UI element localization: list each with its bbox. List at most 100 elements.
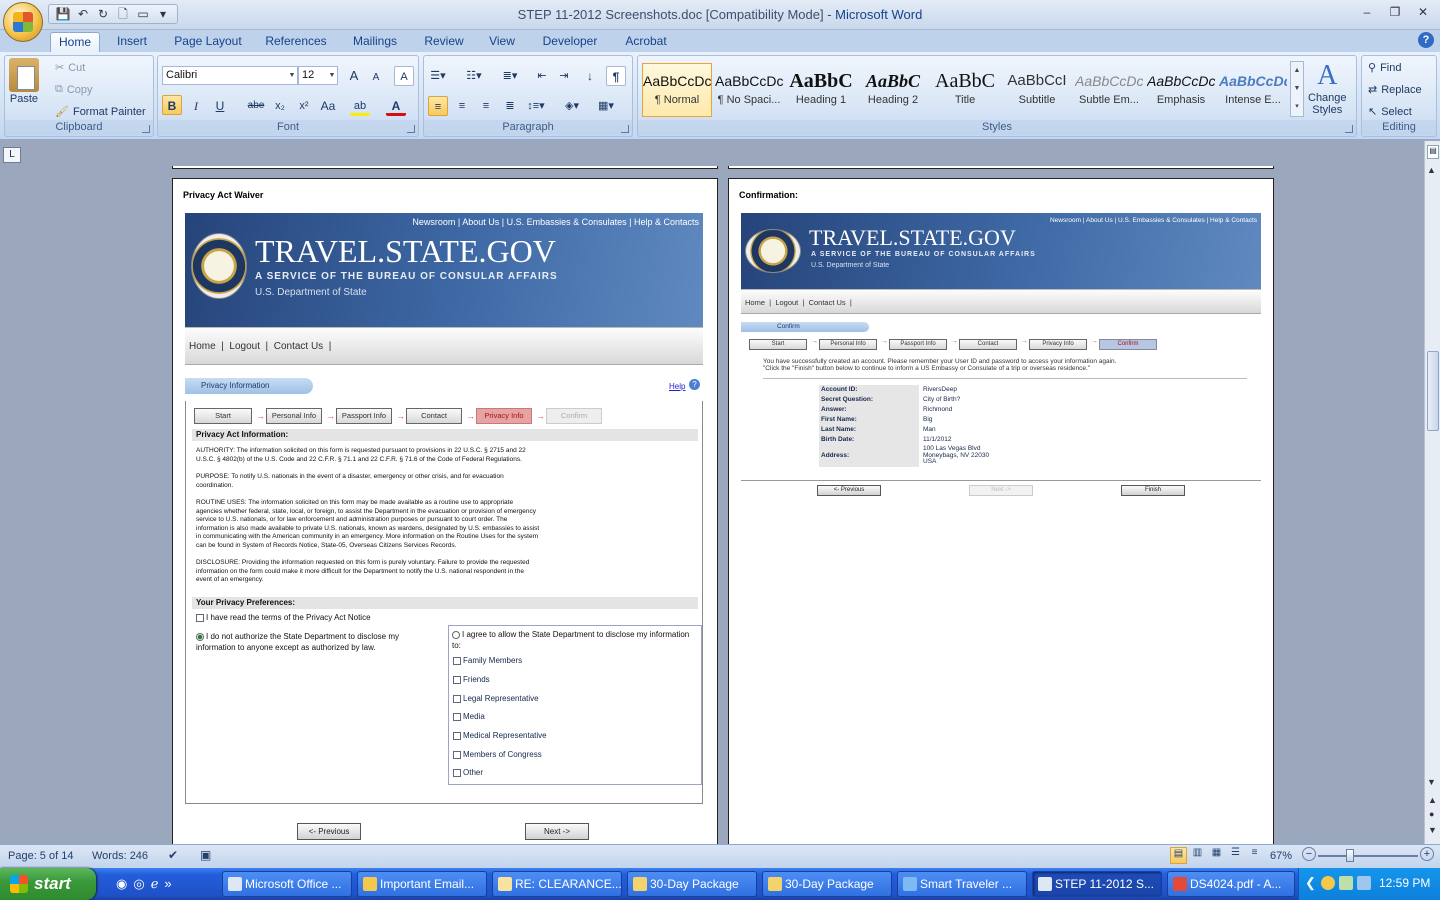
bold-button[interactable]: B [162, 95, 182, 115]
taskbar-item[interactable]: 30-Day Package [627, 871, 757, 897]
recipient-legal[interactable]: Legal Representative [453, 694, 539, 703]
browse-object-icon[interactable]: ● [1429, 809, 1434, 819]
network-icon[interactable] [1357, 876, 1371, 890]
close-button[interactable]: ✕ [1414, 4, 1432, 20]
numbering-icon[interactable]: ☷▾ [464, 66, 484, 86]
taskbar-item[interactable]: Microsoft Office ... [222, 871, 352, 897]
recipient-family[interactable]: Family Members [453, 656, 522, 665]
underline-button[interactable]: U [210, 96, 230, 116]
tab-review[interactable]: Review [418, 32, 470, 52]
tab-mailings[interactable]: Mailings [344, 32, 406, 52]
save-icon[interactable]: 💾 [55, 7, 71, 21]
previous-button[interactable]: <- Previous [297, 823, 361, 840]
tray-expand-icon[interactable]: ❮ [1305, 875, 1316, 891]
grow-font-button[interactable]: A [344, 66, 364, 86]
help-circle-icon[interactable]: ? [689, 379, 700, 390]
style-subtle-emphasis[interactable]: AaBbCcDc Subtle Em... [1074, 63, 1144, 117]
font-launcher-icon[interactable] [407, 125, 415, 133]
line-spacing-icon[interactable]: ↕≡▾ [526, 96, 546, 116]
justify-icon[interactable]: ≣ [500, 96, 520, 116]
italic-button[interactable]: I [186, 96, 206, 116]
help-icon[interactable]: ? [1418, 32, 1434, 48]
scroll-down-icon[interactable]: ▼ [1427, 777, 1436, 787]
font-size-select[interactable]: 12 ▼ [298, 66, 338, 85]
style-heading-2[interactable]: AaBbC Heading 2 [858, 63, 928, 117]
shrink-font-button[interactable]: A [366, 68, 386, 88]
nav-logout[interactable]: Logout [775, 298, 798, 307]
word-count[interactable]: Words: 246 [92, 850, 148, 862]
taskbar-item[interactable]: 30-Day Package [762, 871, 892, 897]
align-center-icon[interactable]: ≡ [452, 96, 472, 116]
minimize-button[interactable]: – [1358, 4, 1376, 20]
subscript-button[interactable]: x₂ [270, 96, 290, 116]
font-color-button[interactable]: A [386, 96, 406, 116]
style-intense-emphasis[interactable]: AaBbCcDc Intense E... [1218, 63, 1288, 117]
styles-launcher-icon[interactable] [1345, 125, 1353, 133]
taskbar-item[interactable]: DS4024.pdf - A... [1167, 871, 1295, 897]
outline-icon[interactable]: ☰ [1227, 847, 1244, 864]
nav-home[interactable]: Home [745, 298, 765, 307]
recipient-friends[interactable]: Friends [453, 675, 490, 684]
tab-page-layout[interactable]: Page Layout [168, 32, 248, 52]
tray-icon[interactable] [1321, 876, 1335, 890]
proofing-icon[interactable]: ✔ [168, 848, 184, 864]
paste-button[interactable]: Paste [9, 58, 39, 105]
tab-references[interactable]: References [260, 32, 332, 52]
agree-radio[interactable]: I agree to allow the State Department to… [452, 629, 692, 651]
style-no-spacing[interactable]: AaBbCcDc ¶ No Spaci... [714, 63, 784, 117]
prev-page-icon[interactable]: ▲ [1428, 795, 1437, 805]
quick-launch-icon[interactable]: ◉ [116, 876, 127, 892]
tab-home[interactable]: Home [50, 32, 100, 52]
zoom-in-icon[interactable]: + [1420, 847, 1434, 861]
zoom-slider[interactable] [1318, 855, 1418, 857]
superscript-button[interactable]: x² [294, 96, 314, 116]
next-page-icon[interactable]: ▼ [1428, 825, 1437, 835]
scroll-thumb[interactable] [1427, 351, 1439, 431]
help-link[interactable]: Help [669, 382, 685, 391]
zoom-out-icon[interactable]: − [1302, 847, 1316, 861]
change-case-button[interactable]: Aa [318, 96, 338, 116]
draft-icon[interactable]: ≡ [1246, 847, 1263, 864]
taskbar-item[interactable]: Smart Traveler ... [897, 871, 1027, 897]
nav-logout[interactable]: Logout [229, 341, 260, 352]
previous-button[interactable]: <- Previous [817, 485, 881, 496]
print-layout-icon[interactable]: ▤ [1170, 847, 1187, 864]
scroll-up-icon[interactable]: ▲ [1427, 165, 1436, 175]
customize-qat-icon[interactable]: ▾ [155, 7, 171, 21]
web-layout-icon[interactable]: ▦ [1208, 847, 1225, 864]
shading-icon[interactable]: ◈▾ [562, 96, 582, 116]
sort-icon[interactable]: ↓ [580, 66, 600, 86]
clipboard-launcher-icon[interactable] [142, 125, 150, 133]
find-button[interactable]: ⚲ Find [1368, 61, 1401, 75]
recipient-media[interactable]: Media [453, 712, 485, 721]
start-button[interactable]: start [0, 868, 96, 900]
recipient-other[interactable]: Other [453, 768, 483, 777]
clock[interactable]: 12:59 PM [1379, 876, 1430, 890]
highlight-button[interactable]: ab [350, 96, 370, 116]
nav-contact[interactable]: Contact Us [809, 298, 846, 307]
strikethrough-button[interactable]: abe [246, 96, 266, 116]
copy-button[interactable]: ⧉ Copy [55, 83, 93, 96]
cut-button[interactable]: ✂ Cut [55, 61, 85, 75]
multilevel-list-icon[interactable]: ≣▾ [500, 66, 520, 86]
style-title[interactable]: AaBbC Title [930, 63, 1000, 117]
finish-button[interactable]: Finish [1121, 485, 1185, 496]
quick-launch-icon[interactable]: ◎ [133, 876, 144, 892]
change-styles-button[interactable]: A Change Styles [1308, 60, 1347, 116]
tray-icon[interactable] [1339, 876, 1353, 890]
select-button[interactable]: ↖ Select [1368, 105, 1412, 119]
decrease-indent-icon[interactable]: ⇤ [532, 66, 552, 86]
recipient-congress[interactable]: Members of Congress [453, 750, 542, 759]
redo-icon[interactable]: ↻ [95, 7, 111, 21]
nav-contact[interactable]: Contact Us [274, 341, 323, 352]
full-screen-icon[interactable]: ▥ [1189, 847, 1206, 864]
styles-scroll[interactable]: ▲ ▼ ▾ [1290, 61, 1304, 117]
ie-icon[interactable]: ℯ [151, 876, 159, 892]
increase-indent-icon[interactable]: ⇥ [554, 66, 574, 86]
tab-view[interactable]: View [482, 32, 522, 52]
next-button[interactable]: Next -> [525, 823, 589, 840]
clear-format-button[interactable]: A [394, 66, 414, 86]
open-icon[interactable]: ▭ [135, 7, 151, 21]
style-normal[interactable]: AaBbCcDc ¶ Normal [642, 63, 712, 117]
borders-icon[interactable]: ▦▾ [596, 96, 616, 116]
